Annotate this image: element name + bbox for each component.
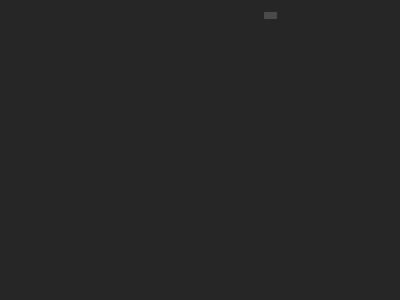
app-screen (0, 0, 400, 300)
header-button[interactable] (264, 12, 277, 19)
